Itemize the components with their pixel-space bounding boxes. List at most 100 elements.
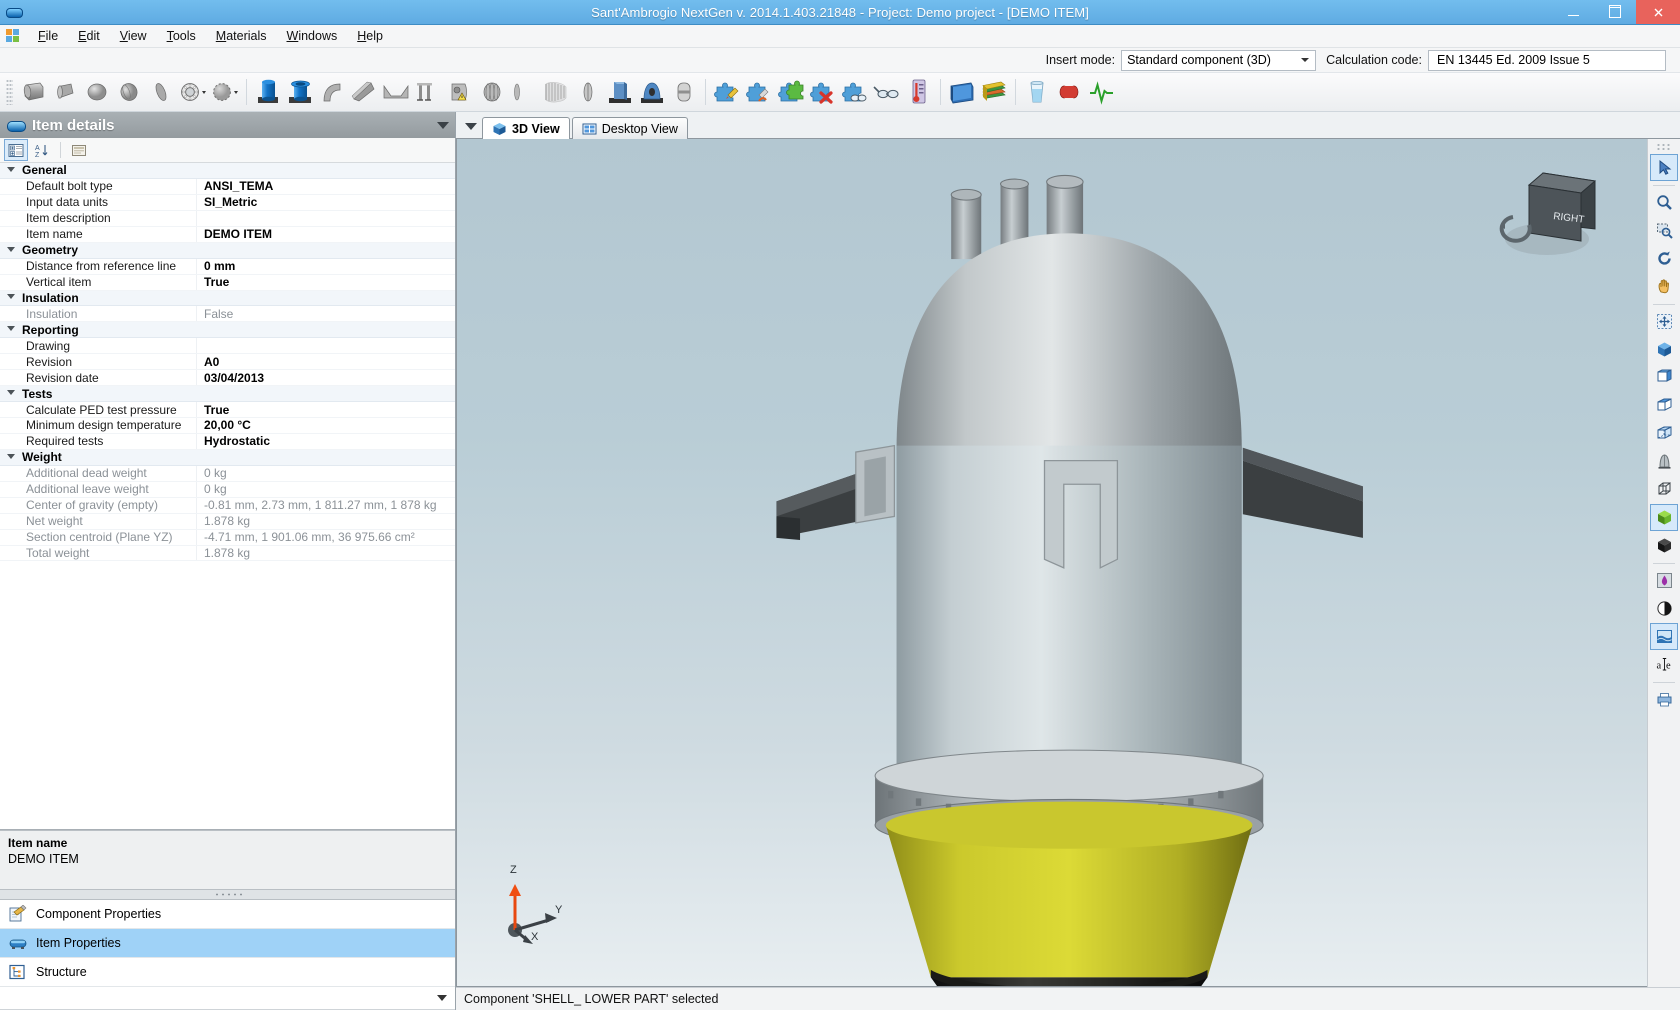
bellows-icon[interactable]	[540, 76, 572, 108]
nozzle-reinforced-icon[interactable]	[284, 76, 316, 108]
property-value[interactable]: A0	[197, 355, 219, 369]
cone-icon[interactable]	[49, 76, 81, 108]
print-view-icon[interactable]	[1650, 686, 1678, 713]
property-value[interactable]: 0 kg	[197, 466, 227, 480]
property-row[interactable]: Default bolt type ANSI_TEMA	[0, 178, 455, 195]
isometric-view-icon[interactable]	[1650, 336, 1678, 363]
flange-icon[interactable]	[177, 76, 209, 108]
zoom-icon[interactable]	[1650, 189, 1678, 216]
property-pages-button[interactable]	[67, 139, 91, 161]
property-value[interactable]: ANSI_TEMA	[197, 179, 273, 193]
property-value[interactable]: True	[197, 403, 229, 417]
view-toolbar-grip[interactable]	[1656, 143, 1672, 151]
expansion-joint-icon[interactable]	[572, 76, 604, 108]
property-value[interactable]: SI_Metric	[197, 195, 257, 209]
analysis-icon[interactable]	[1085, 76, 1117, 108]
elbow-icon[interactable]	[316, 76, 348, 108]
property-category-row[interactable]: Weight	[0, 449, 455, 466]
ellipsoidal-head-icon[interactable]	[113, 76, 145, 108]
property-row[interactable]: Revision date 03/04/2013	[0, 370, 455, 387]
property-row[interactable]: Input data units SI_Metric	[0, 194, 455, 211]
menu-item-help[interactable]: Help	[347, 26, 393, 46]
annotation-text-icon[interactable]: ae	[1650, 651, 1678, 678]
panel-splitter[interactable]	[0, 890, 455, 900]
property-category-row[interactable]: Tests	[0, 386, 455, 403]
property-grid[interactable]: General Default bolt type ANSI_TEMA Input d…	[0, 163, 455, 830]
insert-mode-combobox[interactable]: Standard component (3D)	[1121, 49, 1317, 71]
gasket-icon[interactable]	[1053, 76, 1085, 108]
shaded-cube-icon[interactable]	[1650, 504, 1678, 531]
property-category-row[interactable]: Geometry	[0, 242, 455, 259]
property-value[interactable]: 1.878 kg	[197, 546, 250, 560]
property-value[interactable]: 03/04/2013	[197, 371, 264, 385]
property-row[interactable]: Center of gravity (empty) -0.81 mm, 2.73 …	[0, 497, 455, 514]
property-value[interactable]: Hydrostatic	[197, 434, 270, 448]
fit-to-window-icon[interactable]	[1650, 308, 1678, 335]
water-level-icon[interactable]	[1650, 623, 1678, 650]
property-row[interactable]: Minimum design temperature 20,00 °C	[0, 418, 455, 434]
property-value[interactable]: DEMO ITEM	[197, 227, 272, 241]
delete-component-icon[interactable]	[807, 76, 839, 108]
close-button[interactable]	[1636, 0, 1680, 24]
panel-menu-icon[interactable]	[437, 121, 449, 129]
tubesheet-icon[interactable]	[476, 76, 508, 108]
edit-component-icon[interactable]	[743, 76, 775, 108]
menu-item-edit[interactable]: Edit	[68, 26, 110, 46]
verify-component-icon[interactable]	[775, 76, 807, 108]
temperature-icon[interactable]	[903, 76, 935, 108]
toolbar-grip[interactable]	[6, 79, 13, 105]
blind-flange-icon[interactable]	[209, 76, 241, 108]
property-value[interactable]: 0 kg	[197, 482, 227, 496]
light-source-icon[interactable]	[1650, 567, 1678, 594]
property-row[interactable]: Required tests Hydrostatic	[0, 433, 455, 450]
property-row[interactable]: Additional leave weight 0 kg	[0, 481, 455, 498]
sidebar-item-component-properties[interactable]: Component Properties	[0, 900, 455, 929]
menu-item-windows[interactable]: Windows	[277, 26, 348, 46]
maximize-button[interactable]	[1594, 0, 1636, 24]
link-components-icon[interactable]	[871, 76, 903, 108]
dished-head-icon[interactable]	[145, 76, 177, 108]
minimize-button[interactable]	[1552, 0, 1594, 24]
property-row[interactable]: Section centroid (Plane YZ) -4.71 mm, 1 9…	[0, 529, 455, 546]
tab-menu-icon[interactable]	[460, 116, 482, 136]
tab-desktop-view[interactable]: Desktop View	[571, 117, 688, 139]
library-books-icon[interactable]	[978, 76, 1010, 108]
menu-item-tools[interactable]: Tools	[157, 26, 206, 46]
front-view-icon[interactable]	[1650, 364, 1678, 391]
property-row[interactable]: Item description	[0, 210, 455, 227]
menu-item-file[interactable]: FFileile	[28, 26, 68, 46]
report-book-icon[interactable]	[946, 76, 978, 108]
jacket-icon[interactable]	[508, 76, 540, 108]
view-navigation-cube[interactable]: RIGHT	[1495, 167, 1613, 275]
baffle-icon[interactable]	[668, 76, 700, 108]
sphere-icon[interactable]	[81, 76, 113, 108]
panel-overflow-button[interactable]	[0, 987, 455, 1010]
property-value[interactable]: True	[197, 275, 229, 289]
alphabetical-sort-button[interactable]: AZ	[30, 139, 54, 161]
zoom-window-icon[interactable]	[1650, 217, 1678, 244]
property-row[interactable]: Vertical item True	[0, 274, 455, 291]
property-category-row[interactable]: Insulation	[0, 290, 455, 307]
solid-cube-icon[interactable]	[1650, 532, 1678, 559]
lifting-lug-icon[interactable]	[636, 76, 668, 108]
calculation-code-field[interactable]: EN 13445 Ed. 2009 Issue 5	[1428, 49, 1666, 71]
property-row[interactable]: Total weight 1.878 kg	[0, 545, 455, 562]
3d-viewport[interactable]: RIGHT Z Y X	[456, 139, 1647, 987]
pan-hand-icon[interactable]	[1650, 273, 1678, 300]
property-row[interactable]: Additional dead weight 0 kg	[0, 465, 455, 482]
menu-item-materials[interactable]: Materials	[206, 26, 277, 46]
nozzle-icon[interactable]	[252, 76, 284, 108]
rotate-icon[interactable]	[1650, 245, 1678, 272]
property-row[interactable]: Drawing	[0, 338, 455, 355]
cylinder-icon[interactable]	[17, 76, 49, 108]
property-row[interactable]: Revision A0	[0, 354, 455, 371]
property-row[interactable]: Item name DEMO ITEM	[0, 226, 455, 243]
property-row[interactable]: Distance from reference line 0 mm	[0, 258, 455, 275]
property-value[interactable]: 0 mm	[197, 259, 235, 273]
property-value[interactable]: 20,00 °C	[197, 418, 251, 432]
sidebar-item-item-properties[interactable]: Item Properties	[0, 929, 455, 958]
conical-transition-icon[interactable]	[348, 76, 380, 108]
property-category-row[interactable]: Reporting	[0, 322, 455, 339]
tab-3d-view[interactable]: 3D View	[482, 117, 570, 139]
categorized-view-button[interactable]	[4, 139, 28, 161]
